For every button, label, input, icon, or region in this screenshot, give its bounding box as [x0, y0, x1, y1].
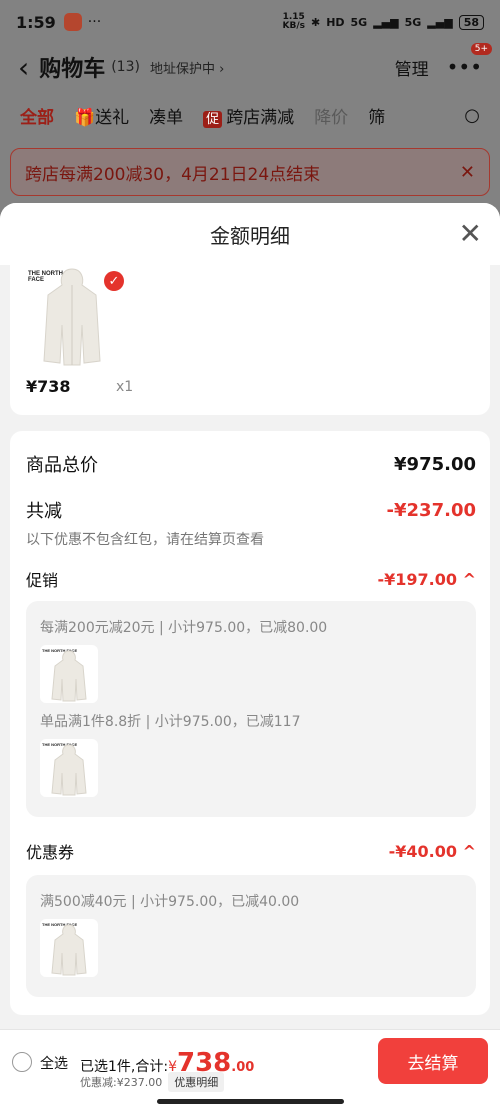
discount-label: 共减 [26, 501, 62, 522]
promo-rules-box: 每满200元减20元 | 小计975.00，已减80.00 THE NORTH … [26, 601, 476, 817]
signal-5g-icon: 5G [350, 15, 368, 29]
selected-check-icon[interactable]: ✓ [104, 271, 124, 291]
select-all-radio[interactable] [12, 1052, 32, 1072]
amount-detail-sheet: 金额明细 ✕ THE NORTH FACE ✓ ¥738 x1 商品总价 ¥97… [0, 203, 500, 1033]
signal-bars-icon-2: ▂▄▆ [427, 15, 453, 29]
total-decimal: .00 [231, 1060, 255, 1075]
gift-icon: 🎁 [74, 107, 96, 128]
promo-label: 促销 [26, 571, 59, 590]
coupon-product-thumb[interactable]: THE NORTH FACE [40, 919, 98, 977]
more-icon: ••• [446, 55, 482, 79]
page-title: 购物车 [39, 57, 106, 82]
manage-button[interactable]: 管理 [395, 55, 429, 80]
checkout-button[interactable]: 去结算 [378, 1038, 488, 1084]
coupon-label: 优惠券 [26, 843, 75, 862]
more-menu-button[interactable]: ••• 5+ [446, 43, 492, 79]
promo-rule-1: 每满200元减20元 | 小计975.00，已减80.00 [40, 620, 328, 636]
discount-note: 以下优惠不包含红包，请在结算页查看 [26, 532, 264, 548]
close-icon[interactable]: ✕ [460, 162, 475, 183]
promo-rule-2: 单品满1件8.8折 | 小计975.00，已减117 [40, 714, 301, 730]
coupon-value[interactable]: -¥40.00 ^ [389, 842, 476, 861]
promo-banner: 跨店每满200减30，4月21日24点结束 ✕ [10, 148, 490, 196]
promo-tag-icon: 促 [203, 110, 223, 128]
svg-text:FACE: FACE [28, 277, 44, 283]
total-value: ¥975.00 [394, 453, 476, 475]
status-icons: 1.15 KB/s ✱ HD 5G ▂▄▆ 5G ▂▄▆ 58 [282, 13, 484, 31]
battery-icon: 58 [458, 14, 484, 30]
tab-all[interactable]: 全部 [20, 103, 54, 128]
bluetooth-icon: ✱ [310, 15, 321, 29]
network-speed: 1.15 KB/s [282, 12, 305, 31]
product-quantity: x1 [116, 379, 134, 395]
cart-filter-tabs: 全部 🎁送礼 凑单 促跨店满减 降价 筛 ○ [0, 90, 500, 140]
total-row: 商品总价 ¥975.00 [26, 451, 476, 477]
address-protection-link[interactable]: 地址保护中 › [150, 58, 224, 77]
promo-banner-text: 跨店每满200减30，4月21日24点结束 [25, 164, 321, 185]
tab-filter[interactable]: 筛 [368, 103, 385, 128]
tab-price-drop[interactable]: 降价 [314, 103, 348, 128]
signal-5g-icon-2: 5G [404, 15, 422, 29]
message-badge: 5+ [470, 43, 492, 55]
price-details-card: 商品总价 ¥975.00 共减 -¥237.00 以下优惠不包含红包，请在结算页… [10, 431, 490, 1015]
sheet-header: 金额明细 ✕ [0, 203, 500, 265]
discount-value: -¥237.00 [386, 499, 476, 521]
discount-detail-button[interactable]: 优惠明细 [168, 1072, 225, 1092]
status-bar: 1:59 ··· 1.15 KB/s ✱ HD 5G ▂▄▆ 5G ▂▄▆ 58 [0, 0, 500, 44]
promo-product-thumb-2[interactable]: THE NORTH FACE [40, 739, 98, 797]
product-card: THE NORTH FACE ✓ ¥738 x1 [10, 265, 490, 415]
home-indicator[interactable] [157, 1099, 344, 1104]
tab-bundle[interactable]: 凑单 [149, 103, 183, 128]
coupon-rule-1: 满500减40元 | 小计975.00，已减40.00 [40, 894, 300, 910]
coupon-rules-box: 满500减40元 | 小计975.00，已减40.00 THE NORTH FA… [26, 875, 476, 997]
hd-icon: HD [326, 15, 345, 29]
tab-gift[interactable]: 🎁送礼 [74, 103, 129, 128]
cart-nav-bar: ‹ 购物车 (13) 地址保护中 › 管理 ••• 5+ [0, 43, 500, 90]
select-all-label[interactable]: 全选 [40, 1053, 68, 1073]
close-icon[interactable]: ✕ [459, 217, 482, 250]
product-price: ¥738 [26, 377, 71, 396]
total-label: 商品总价 [26, 455, 98, 476]
search-icon[interactable]: ○ [464, 105, 480, 126]
coupon-row[interactable]: 优惠券 -¥40.00 ^ [26, 839, 476, 863]
discount-row: 共减 -¥237.00 [26, 497, 476, 523]
cart-count: (13) [111, 59, 140, 75]
back-icon[interactable]: ‹ [18, 51, 29, 84]
promo-product-thumb-1[interactable]: THE NORTH FACE [40, 645, 98, 703]
promo-row[interactable]: 促销 -¥197.00 ^ [26, 567, 476, 591]
status-dots: ··· [87, 14, 102, 30]
saved-line: 优惠减:¥237.00 优惠明细 [80, 1072, 225, 1092]
status-time: 1:59 [16, 12, 56, 32]
tab-cross-store[interactable]: 促跨店满减 [203, 103, 294, 128]
sheet-title: 金额明细 [210, 223, 290, 248]
signal-bars-icon: ▂▄▆ [373, 15, 399, 29]
promo-value[interactable]: -¥197.00 ^ [378, 570, 477, 589]
app-notification-icon [63, 13, 82, 31]
saved-amount: 优惠减:¥237.00 [80, 1076, 163, 1089]
